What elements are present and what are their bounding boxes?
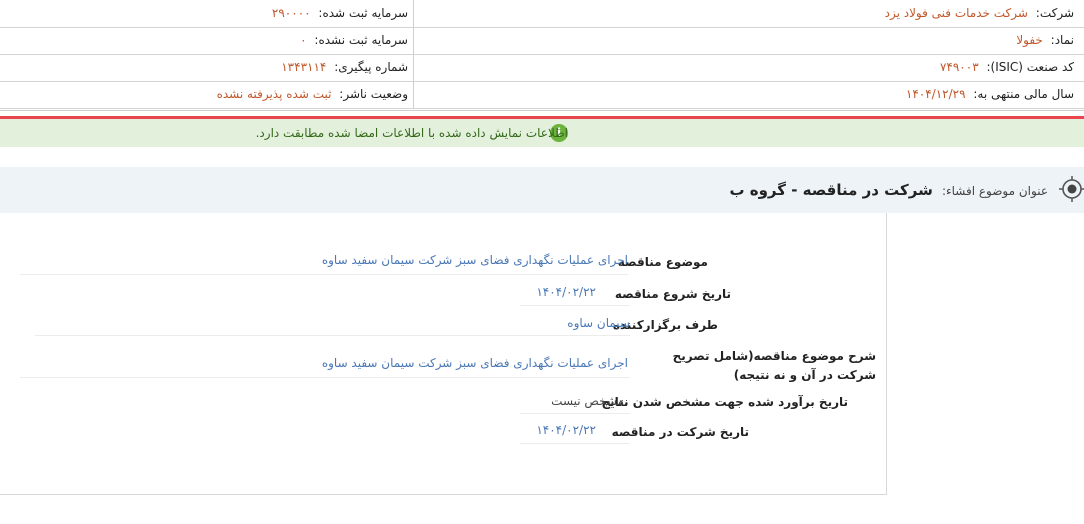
company-info-table: شرکت: شرکت خدمات فنی فولاد یزد سرمایه ثب… bbox=[0, 0, 1084, 111]
results-date-label: تاریخ برآورد شده جهت مشخص شدن نتایج bbox=[601, 395, 848, 409]
tracking-cell: شماره پیگیری: ۱۳۴۳۱۱۴ bbox=[281, 54, 408, 81]
unreg-capital-value: ۰ bbox=[300, 33, 307, 47]
row-divider bbox=[520, 305, 630, 306]
tender-description-label: شرح موضوع مناقصه(شامل تصریح شرکت در آن و… bbox=[672, 349, 876, 382]
company-value: شرکت خدمات فنی فولاد یزد bbox=[884, 6, 1028, 20]
isic-cell: کد صنعت (ISIC): ۷۴۹۰۰۳ bbox=[940, 54, 1074, 81]
isic-value: ۷۴۹۰۰۳ bbox=[939, 60, 979, 74]
participation-date-value: ۱۴۰۴/۰۲/۲۲ bbox=[536, 423, 596, 437]
fiscal-cell: سال مالی منتهی به: ۱۴۰۴/۱۲/۲۹ bbox=[906, 81, 1074, 108]
disclosure-topic: عنوان موضوع افشاء: شرکت در مناقصه - گروه… bbox=[729, 167, 1048, 213]
tracking-value: ۱۳۴۳۱۱۴ bbox=[281, 60, 327, 74]
tracking-label: شماره پیگیری: bbox=[334, 60, 408, 74]
signature-notice-bar: i اطلاعات نمایش داده شده با اطلاعات امضا… bbox=[0, 116, 1084, 147]
info-row-isic: کد صنعت (ISIC): ۷۴۹۰۰۳ شماره پیگیری: ۱۳۴… bbox=[0, 54, 1084, 82]
signature-notice-text: اطلاعات نمایش داده شده با اطلاعات امضا ش… bbox=[255, 126, 568, 140]
row-divider bbox=[20, 377, 630, 378]
symbol-cell: نماد: خفولا bbox=[1016, 27, 1074, 54]
tender-details-box: موضوع مناقصه اجرای عملیات نگهداری فضای س… bbox=[0, 213, 887, 495]
company-cell: شرکت: شرکت خدمات فنی فولاد یزد bbox=[885, 0, 1074, 27]
symbol-label: نماد: bbox=[1050, 33, 1074, 47]
unreg-capital-cell: سرمایه ثبت نشده: ۰ bbox=[300, 27, 408, 54]
publisher-status-cell: وضعیت ناشر: ثبت شده پذیرفته نشده bbox=[217, 81, 408, 108]
reg-capital-label: سرمایه ثبت شده: bbox=[318, 6, 408, 20]
target-icon bbox=[1059, 176, 1084, 202]
publisher-status-value: ثبت شده پذیرفته نشده bbox=[216, 87, 332, 101]
tender-start-date-value: ۱۴۰۴/۰۲/۲۲ bbox=[536, 285, 596, 299]
row-divider bbox=[520, 443, 630, 444]
reg-capital-value: ۲۹۰۰۰۰ bbox=[271, 6, 311, 20]
info-row-symbol: نماد: خفولا سرمایه ثبت نشده: ۰ bbox=[0, 27, 1084, 55]
row-divider bbox=[520, 413, 630, 414]
symbol-value: خفولا bbox=[1016, 33, 1043, 47]
info-row-fiscal: سال مالی منتهی به: ۱۴۰۴/۱۲/۲۹ وضعیت ناشر… bbox=[0, 81, 1084, 109]
row-divider bbox=[35, 335, 630, 336]
organizer-value: سیمان ساوه bbox=[567, 316, 630, 330]
topic-label: عنوان موضوع افشاء: bbox=[941, 184, 1048, 198]
info-row-company: شرکت: شرکت خدمات فنی فولاد یزد سرمایه ثب… bbox=[0, 0, 1084, 28]
unreg-capital-label: سرمایه ثبت نشده: bbox=[314, 33, 408, 47]
row-divider bbox=[20, 274, 628, 275]
reg-capital-cell: سرمایه ثبت شده: ۲۹۰۰۰۰ bbox=[272, 0, 408, 27]
disclosure-topic-bar: عنوان موضوع افشاء: شرکت در مناقصه - گروه… bbox=[0, 167, 1084, 213]
topic-value: شرکت در مناقصه - گروه ب bbox=[729, 181, 933, 199]
isic-label: کد صنعت (ISIC): bbox=[986, 60, 1074, 74]
tender-subject-value: اجرای عملیات نگهداری فضای سبز شرکت سیمان… bbox=[321, 253, 628, 267]
tender-description-value: اجرای عملیات نگهداری فضای سبز شرکت سیمان… bbox=[321, 356, 628, 370]
fiscal-label: سال مالی منتهی به: bbox=[973, 87, 1074, 101]
publisher-status-label: وضعیت ناشر: bbox=[339, 87, 408, 101]
results-date-value: مشخص نیست bbox=[551, 394, 624, 408]
company-label: شرکت: bbox=[1035, 6, 1074, 20]
fiscal-value: ۱۴۰۴/۱۲/۲۹ bbox=[905, 87, 966, 101]
